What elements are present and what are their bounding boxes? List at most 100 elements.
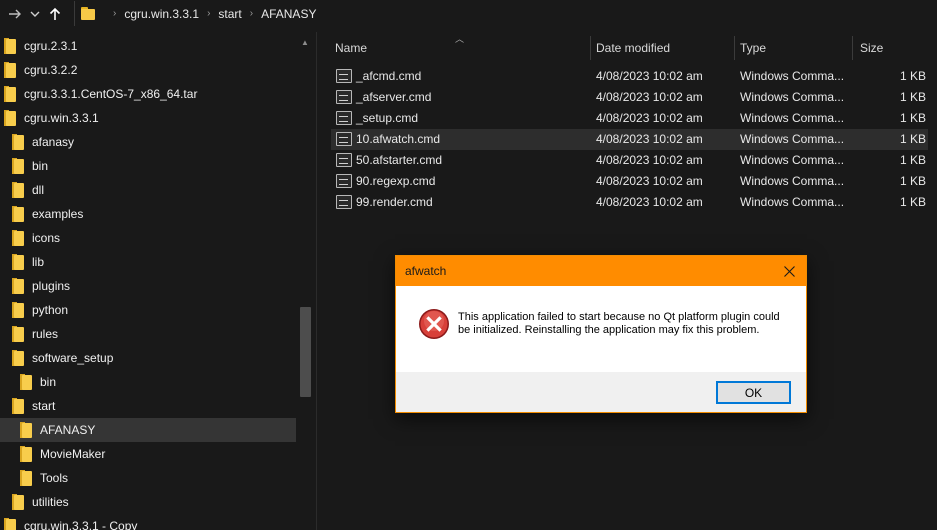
tree-item-label: cgru.3.2.2: [24, 63, 78, 77]
tree-item[interactable]: cgru.win.3.3.1: [0, 106, 296, 130]
tree-item[interactable]: start: [0, 394, 296, 418]
column-header-name[interactable]: Name: [335, 36, 367, 60]
file-row[interactable]: 50.afstarter.cmd 4/08/2023 10:02 am Wind…: [331, 150, 928, 171]
file-size: 1 KB: [899, 69, 926, 83]
file-date: 4/08/2023 10:02 am: [596, 69, 703, 83]
tree-item[interactable]: cgru.3.2.2: [0, 58, 296, 82]
folder-icon: [20, 374, 32, 390]
tree-item[interactable]: rules: [0, 322, 296, 346]
breadcrumb-separator-icon: ›: [249, 8, 254, 19]
cmd-file-icon: [336, 111, 352, 125]
file-row[interactable]: 99.render.cmd 4/08/2023 10:02 am Windows…: [331, 192, 928, 213]
ok-button[interactable]: OK: [716, 381, 791, 404]
tree-item[interactable]: utilities: [0, 490, 296, 514]
tree-item-label: afanasy: [32, 135, 75, 149]
tree-item[interactable]: bin: [0, 370, 296, 394]
tree-item-label: cgru.3.3.1.CentOS-7_x86_64.tar: [24, 87, 198, 101]
tree-scrollbar[interactable]: ▲: [297, 32, 316, 530]
tree-item[interactable]: cgru.3.3.1.CentOS-7_x86_64.tar: [0, 82, 296, 106]
error-dialog: afwatch This application failed to start…: [395, 255, 807, 413]
file-row[interactable]: _setup.cmd 4/08/2023 10:02 am Windows Co…: [331, 108, 928, 129]
close-icon[interactable]: [772, 256, 806, 286]
file-date: 4/08/2023 10:02 am: [596, 132, 703, 146]
file-size: 1 KB: [899, 111, 926, 125]
tree-item-label: AFANASY: [40, 423, 96, 437]
tree-item[interactable]: afanasy: [0, 130, 296, 154]
file-row[interactable]: _afserver.cmd 4/08/2023 10:02 am Windows…: [331, 87, 928, 108]
tree-item-label: cgru.2.3.1: [24, 39, 78, 53]
breadcrumb-item-start[interactable]: start: [218, 7, 241, 21]
dialog-title: afwatch: [405, 264, 447, 278]
file-row-hover[interactable]: 10.afwatch.cmd 4/08/2023 10:02 am Window…: [331, 129, 928, 150]
tree-item[interactable]: plugins: [0, 274, 296, 298]
tree-item-label: bin: [32, 159, 49, 173]
dialog-footer: OK: [396, 372, 806, 412]
breadcrumb-item-cgru[interactable]: cgru.win.3.3.1: [124, 7, 199, 21]
folder-icon: [12, 230, 24, 246]
breadcrumb-separator-icon: ›: [113, 8, 117, 19]
folder-icon: [12, 494, 24, 510]
error-icon: [419, 309, 449, 339]
file-name: _afcmd.cmd: [356, 69, 422, 83]
tree-item[interactable]: lib: [0, 250, 296, 274]
tree-item[interactable]: python: [0, 298, 296, 322]
cmd-file-icon: [336, 69, 352, 83]
cmd-file-icon: [336, 132, 352, 146]
column-header-size[interactable]: Size: [860, 36, 883, 60]
tree-item[interactable]: software_setup: [0, 346, 296, 370]
folder-icon: [12, 278, 24, 294]
breadcrumb-item-afanasy[interactable]: AFANASY: [261, 7, 316, 21]
file-date: 4/08/2023 10:02 am: [596, 153, 703, 167]
column-header-type[interactable]: Type: [740, 36, 766, 60]
tree-item[interactable]: cgru.2.3.1: [0, 34, 296, 58]
tree-item-label: start: [32, 399, 56, 413]
tree-item[interactable]: bin: [0, 154, 296, 178]
tree-item[interactable]: MovieMaker: [0, 442, 296, 466]
dialog-message: This application failed to start because…: [458, 311, 780, 336]
tree-item-label: MovieMaker: [40, 447, 106, 461]
recent-locations-chevron-down-icon[interactable]: [26, 3, 44, 25]
folder-icon: [12, 158, 24, 174]
column-separator[interactable]: [852, 36, 853, 60]
file-row[interactable]: _afcmd.cmd 4/08/2023 10:02 am Windows Co…: [331, 66, 928, 87]
column-separator[interactable]: [734, 36, 735, 60]
forward-arrow-icon[interactable]: [4, 3, 26, 25]
folder-icon: [12, 302, 24, 318]
folder-icon: [20, 470, 32, 486]
folder-icon: [12, 326, 24, 342]
file-name: 10.afwatch.cmd: [356, 132, 441, 146]
dialog-titlebar[interactable]: afwatch: [396, 256, 806, 286]
tree-item-selected[interactable]: AFANASY: [0, 418, 296, 442]
file-date: 4/08/2023 10:02 am: [596, 90, 703, 104]
folder-icon: [12, 398, 24, 414]
folder-icon: [4, 110, 16, 126]
navigation-pane: cgru.2.3.1 cgru.3.2.2 cgru.3.3.1.CentOS-…: [0, 32, 316, 530]
tree-item-label: icons: [32, 231, 61, 245]
column-separator[interactable]: [590, 36, 591, 60]
file-name: 50.afstarter.cmd: [356, 153, 443, 167]
file-row[interactable]: 90.regexp.cmd 4/08/2023 10:02 am Windows…: [331, 171, 928, 192]
address-bar: › cgru.win.3.3.1 › start › AFANASY: [0, 0, 937, 27]
tree-item[interactable]: cgru.win.3.3.1 - Copy: [0, 514, 296, 530]
breadcrumb[interactable]: › cgru.win.3.3.1 › start › AFANASY: [74, 1, 937, 26]
file-name: _setup.cmd: [356, 111, 419, 125]
tree-item[interactable]: icons: [0, 226, 296, 250]
file-date: 4/08/2023 10:02 am: [596, 195, 703, 209]
file-name: 99.render.cmd: [356, 195, 433, 209]
file-type: Windows Comma...: [740, 153, 845, 167]
tree-item[interactable]: Tools: [0, 466, 296, 490]
column-header-date[interactable]: Date modified: [596, 36, 670, 60]
folder-icon: [4, 518, 16, 530]
tree-item[interactable]: dll: [0, 178, 296, 202]
tree-item[interactable]: examples: [0, 202, 296, 226]
tree-item-label: cgru.win.3.3.1: [24, 111, 99, 125]
tree-item-label: bin: [40, 375, 57, 389]
file-type: Windows Comma...: [740, 174, 845, 188]
file-size: 1 KB: [899, 174, 926, 188]
folder-icon: [81, 7, 95, 20]
folder-icon: [12, 134, 24, 150]
up-arrow-icon[interactable]: [44, 3, 66, 25]
file-name: 90.regexp.cmd: [356, 174, 436, 188]
scrollbar-thumb[interactable]: [300, 307, 311, 397]
scroll-up-arrow-icon[interactable]: ▲: [301, 38, 309, 47]
